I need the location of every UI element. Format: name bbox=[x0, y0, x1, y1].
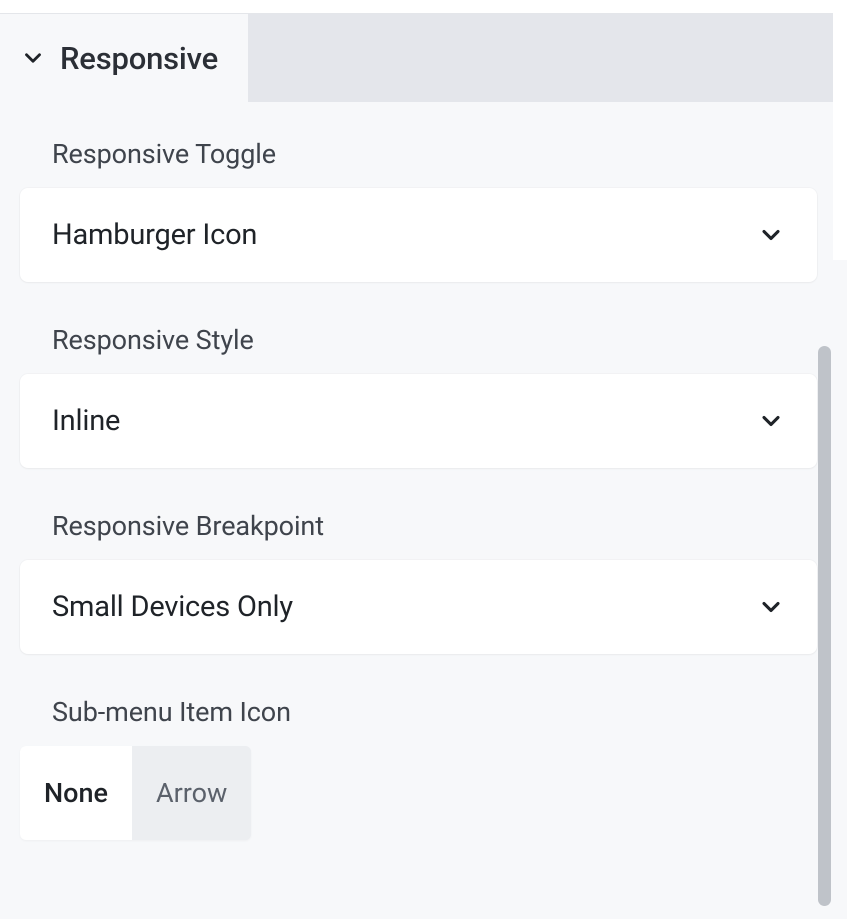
chevron-down-icon bbox=[757, 407, 785, 435]
field-responsive-style: Responsive Style Inline bbox=[20, 324, 817, 468]
select-value-responsive-breakpoint: Small Devices Only bbox=[52, 590, 293, 624]
chevron-down-icon bbox=[757, 593, 785, 621]
panel-body: Responsive Toggle Hamburger Icon Respons… bbox=[0, 102, 847, 880]
right-gutter bbox=[833, 0, 847, 260]
field-responsive-breakpoint: Responsive Breakpoint Small Devices Only bbox=[20, 510, 817, 654]
scrollbar-thumb[interactable] bbox=[818, 346, 831, 906]
label-responsive-toggle: Responsive Toggle bbox=[52, 138, 817, 170]
field-submenu-icon: Sub-menu Item Icon None Arrow bbox=[20, 696, 817, 840]
label-submenu-icon: Sub-menu Item Icon bbox=[52, 696, 817, 728]
tab-responsive[interactable]: Responsive bbox=[0, 14, 248, 102]
select-value-responsive-style: Inline bbox=[52, 404, 120, 438]
segment-label: None bbox=[44, 777, 108, 809]
select-responsive-style[interactable]: Inline bbox=[20, 374, 817, 468]
chevron-down-icon bbox=[757, 221, 785, 249]
segment-label: Arrow bbox=[156, 777, 227, 809]
segment-arrow[interactable]: Arrow bbox=[132, 746, 251, 840]
tab-title: Responsive bbox=[60, 40, 218, 77]
select-value-responsive-toggle: Hamburger Icon bbox=[52, 218, 257, 252]
segment-none[interactable]: None bbox=[20, 746, 132, 840]
tab-strip: Responsive bbox=[0, 14, 847, 102]
segmented-submenu-icon: None Arrow bbox=[20, 746, 251, 840]
label-responsive-style: Responsive Style bbox=[52, 324, 817, 356]
select-responsive-toggle[interactable]: Hamburger Icon bbox=[20, 188, 817, 282]
select-responsive-breakpoint[interactable]: Small Devices Only bbox=[20, 560, 817, 654]
label-responsive-breakpoint: Responsive Breakpoint bbox=[52, 510, 817, 542]
field-responsive-toggle: Responsive Toggle Hamburger Icon bbox=[20, 138, 817, 282]
panel-top-edge bbox=[0, 0, 847, 14]
chevron-down-icon bbox=[20, 45, 46, 71]
scrollbar-track[interactable] bbox=[818, 346, 831, 906]
